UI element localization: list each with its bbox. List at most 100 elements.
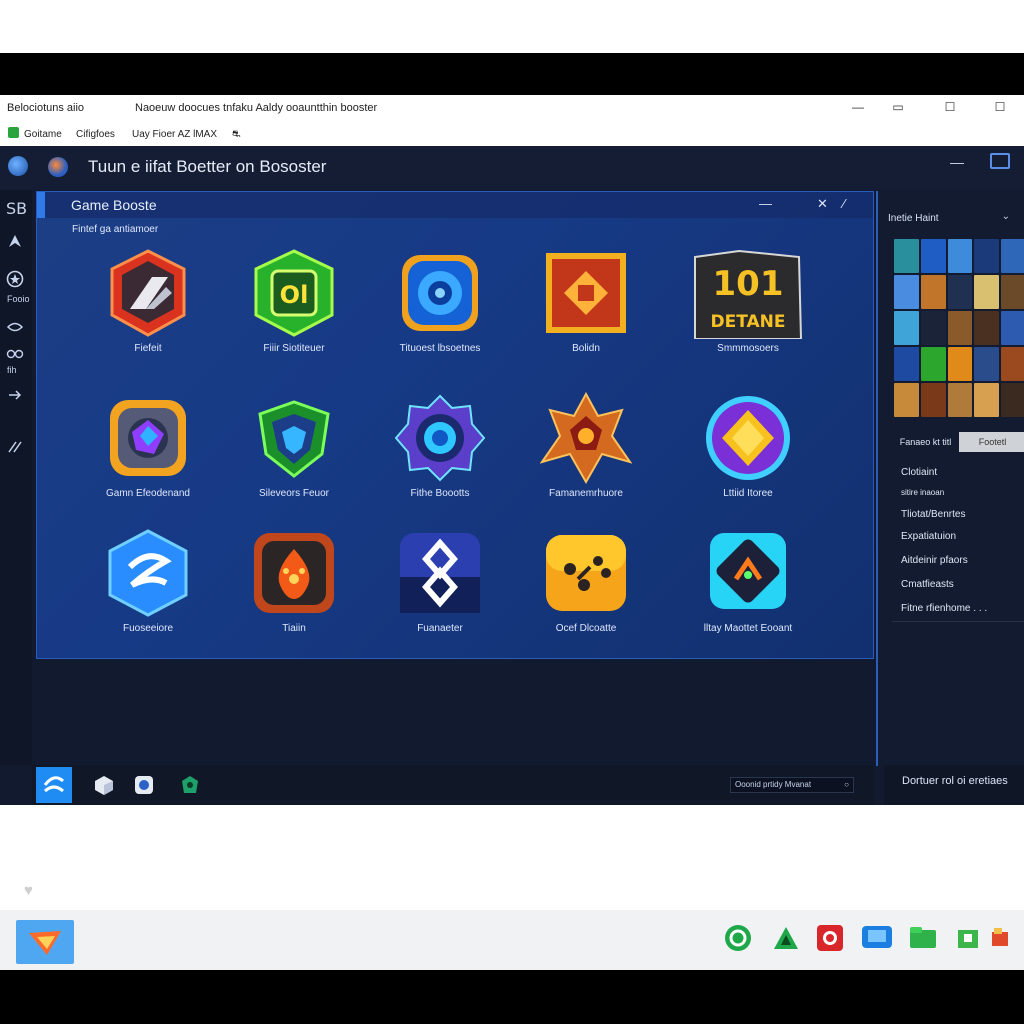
right-panel: Inetie Haint ⌄ Fanaeo kt titl Footetl Cl… [876,191,1024,766]
app-launcher-icon[interactable] [36,767,72,803]
window-app-name: Belociotuns aiio [7,102,85,114]
list-item[interactable]: Tliotat/Benrtes [901,509,965,520]
green-folder-icon[interactable] [908,924,938,952]
controller-icon[interactable] [6,320,24,334]
tile-label: lltay Maottet Eooant [703,623,793,634]
chevron-down-icon[interactable]: ⌄ [1002,211,1010,222]
green-device-icon[interactable] [956,924,980,952]
app-window: Tuun e iifat Boetter on Bososter — SB Fo… [0,146,1024,805]
tile-label: Fuanaeter [417,623,463,634]
gear-orb-icon [394,392,486,484]
menu-item-tool-icon[interactable]: ⛐ [232,129,241,142]
tools-icon[interactable] [6,440,24,454]
blue-chat-app-icon[interactable] [860,924,894,952]
detane-badge-icon: 101 DETANE [689,247,807,339]
green-crest-icon [248,392,340,484]
letterbox-top [0,53,1024,95]
window-box-icon[interactable] [990,153,1010,169]
tile-12[interactable]: Tiaiin [219,527,369,657]
app-logo-icon [48,157,68,177]
start-button[interactable] [16,920,74,964]
fire-drop-icon [248,527,340,619]
tile-9[interactable]: Famanemrhuore [511,392,661,522]
tile-8[interactable]: Fithe Boootts [365,392,515,522]
tile-4[interactable]: Bolidn [511,247,661,377]
panel-close-button[interactable]: ✕ [817,196,828,212]
sb-logo-icon[interactable]: SB [6,198,26,218]
list-item[interactable]: Fitne rfienhome . . . [901,603,987,614]
tile-7[interactable]: Sileveors Feuor [219,392,369,522]
tile-label: Bolidn [572,343,600,354]
window-titlebar: Belociotuns aiio Naoeuw doocues tnfaku A… [0,95,1024,121]
tile-label: Sileveors Feuor [258,488,330,499]
game-icon[interactable] [178,773,202,797]
letterbox-bottom [0,970,1024,1024]
tile-15[interactable]: lltay Maottet Eooant [673,527,823,657]
taskbar [0,910,1024,970]
svg-text:SB: SB [6,199,26,218]
left-rail: SB Fooio fih [0,190,32,765]
status-field[interactable]: Ooonid prtidy Mvanat ○ [730,777,854,793]
tile-label: Fithe Boootts [410,488,470,499]
crossed-swords-crest-icon [540,392,632,484]
tile-5[interactable]: 101 DETANE Smmmosoers [673,247,823,377]
tile-label: Tiaiin [282,623,306,634]
tile-label: Gamn Efeodenand [106,488,190,499]
tile-6[interactable]: Gamn Efeodenand [73,392,223,522]
minimize-button[interactable]: — [848,98,868,116]
menu-item-game[interactable]: Goitame [24,129,62,140]
close-button[interactable]: ☐ [990,98,1010,116]
chain-app-icon [394,527,486,619]
check-icon [8,127,19,138]
tile-3[interactable]: Tituoest lbsoetnes [365,247,515,377]
tray-flag-icon[interactable] [988,924,1012,952]
tile-label: Fuoseeiore [122,623,174,634]
tile-label: Lttiid Itoree [723,488,773,499]
camera-icon[interactable] [132,773,156,797]
tile-13[interactable]: Fuanaeter [365,527,515,657]
rail-label-1: Fooio [7,294,30,304]
link-icon[interactable] [6,348,24,360]
red-record-app-icon[interactable] [816,924,844,952]
menu-item-view[interactable]: Uay Fioer AZ lMAX [132,129,217,140]
tile-10[interactable]: Lttiid Itoree [673,392,823,522]
green-triangle-app-icon[interactable] [772,924,800,952]
green-shield-icon: Ol [248,247,340,339]
tab-second[interactable]: Footetl [959,432,1024,452]
list-item[interactable]: Expatiatuion [901,531,956,542]
collapse-button[interactable]: — [950,154,964,170]
cube-icon[interactable] [92,773,116,797]
right-panel-tabs: Fanaeo kt titl Footetl [892,432,1024,452]
blue-disc-icon [394,247,486,339]
divider [892,621,1024,622]
rocket-icon[interactable] [6,232,24,250]
tile-1[interactable]: Fiefeit [73,247,223,377]
blue-hexagon-icon [102,527,194,619]
list-item[interactable]: Aitdeinir pfaors [901,555,968,566]
gamepad-icon [540,527,632,619]
heart-icon: ♥ [24,882,33,899]
green-circle-app-icon[interactable] [724,924,752,952]
tab-first[interactable]: Fanaeo kt titl [892,432,959,452]
restore-button[interactable]: ▭ [888,98,908,116]
tile-14[interactable]: Ocef Dlcoatte [511,527,661,657]
maximize-button[interactable]: ☐ [940,98,960,116]
exit-icon[interactable] [6,388,24,402]
rail-label-2: fih [7,365,17,375]
tile-label: Ocef Dlcoatte [555,623,617,634]
tile-label: Smmmosoers [717,343,779,354]
globe-icon[interactable] [8,156,28,176]
list-item[interactable]: Clotiaint [901,467,937,478]
menu-item-config[interactable]: Cifigfoes [76,129,115,140]
svg-text:Ol: Ol [280,281,309,309]
list-item[interactable]: sitire inaoan [901,488,944,497]
panel-minimize-button[interactable]: — [759,196,772,211]
tile-11[interactable]: Fuoseeiore [73,527,223,657]
right-panel-header: Inetie Haint [888,213,939,224]
list-item[interactable]: Cmatfieasts [901,579,954,590]
star-circle-icon[interactable] [6,270,24,288]
tile-2[interactable]: Ol Fiiir Siotiteuer [219,247,369,377]
panel-expand-button[interactable]: ∕ [843,196,845,211]
badge-word: DETANE [711,312,786,332]
purple-gem-icon [102,392,194,484]
